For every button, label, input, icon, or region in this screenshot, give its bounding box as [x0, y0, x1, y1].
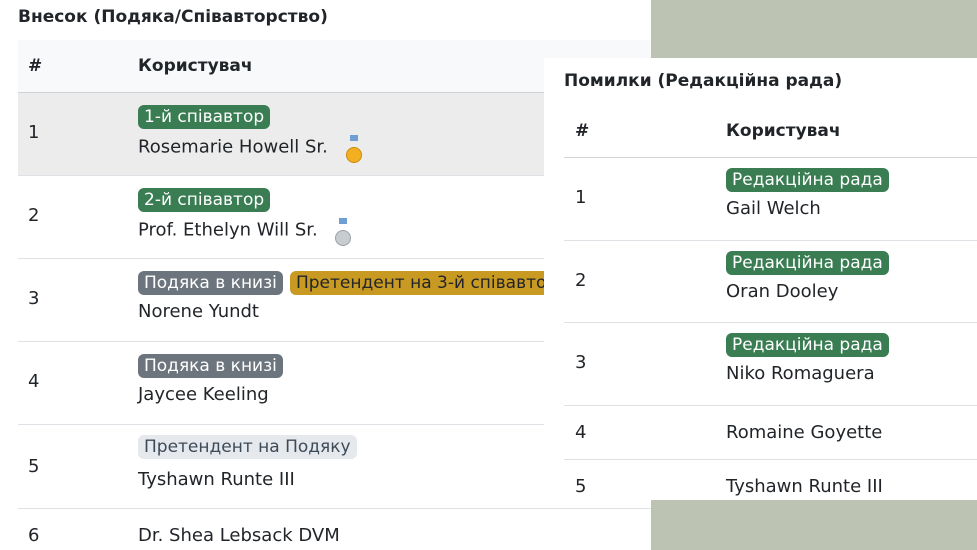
user-name[interactable]: Rosemarie Howell Sr.: [138, 137, 328, 158]
user-cell: Редакційна рада Gail Welch: [726, 168, 891, 219]
user-cell: 2-й співавтор Prof. Ethelyn Will Sr.: [138, 188, 352, 246]
user-name[interactable]: Gail Welch: [726, 198, 891, 219]
user-name[interactable]: Tyshawn Runte III: [138, 469, 359, 490]
table-row[interactable]: 3 Редакційна рада Niko Romaguera: [564, 323, 977, 406]
row-number: 1: [575, 187, 587, 208]
gold-medal-icon: [345, 135, 362, 163]
errors-panel: Помилки (Редакційна рада) # Користувач 1…: [544, 58, 977, 500]
user-name[interactable]: Niko Romaguera: [726, 363, 891, 384]
thanks-candidate-badge: Претендент на Подяку: [138, 435, 357, 459]
user-cell: Редакційна рада Oran Dooley: [726, 251, 891, 302]
user-name[interactable]: Jaycee Keeling: [138, 384, 285, 405]
row-number: 5: [28, 456, 40, 477]
row-number: 4: [28, 371, 40, 392]
header-number: #: [28, 56, 43, 76]
user-name[interactable]: Romaine Goyette: [726, 422, 882, 443]
row-number: 2: [28, 205, 40, 226]
editorial-board-badge: Редакційна рада: [726, 251, 889, 275]
user-name[interactable]: Tyshawn Runte III: [726, 476, 883, 497]
coauthor-badge: 2-й співавтор: [138, 188, 271, 212]
row-number: 1: [28, 122, 40, 143]
row-number: 6: [28, 525, 40, 546]
panel-title: Помилки (Редакційна рада): [564, 71, 843, 91]
row-number: 5: [575, 476, 587, 497]
user-cell: Претендент на Подяку Tyshawn Runte III: [138, 435, 359, 490]
user-name[interactable]: Norene Yundt: [138, 301, 565, 322]
row-number: 4: [575, 422, 587, 443]
silver-medal-icon: [335, 218, 352, 246]
header-user: Користувач: [138, 56, 253, 76]
header-number: #: [575, 121, 590, 141]
table-row[interactable]: 5 Tyshawn Runte III: [564, 460, 977, 500]
table-row[interactable]: 1 Редакційна рада Gail Welch: [564, 158, 977, 241]
user-cell: Romaine Goyette: [726, 422, 882, 443]
user-cell: Tyshawn Runte III: [726, 476, 883, 497]
header-user: Користувач: [726, 121, 841, 141]
table-row[interactable]: 4 Romaine Goyette: [564, 406, 977, 460]
table-header: # Користувач: [564, 105, 977, 158]
user-cell: Редакційна рада Niko Romaguera: [726, 333, 891, 384]
editorial-board-badge: Редакційна рада: [726, 333, 889, 357]
coauthor-badge: 1-й співавтор: [138, 105, 271, 129]
row-number: 3: [28, 288, 40, 309]
row-number: 3: [575, 352, 587, 373]
editorial-board-badge: Редакційна рада: [726, 168, 889, 192]
user-name[interactable]: Oran Dooley: [726, 281, 891, 302]
panel-title: Внесок (Подяка/Співавторство): [18, 7, 328, 27]
table-row[interactable]: 6 Dr. Shea Lebsack DVM: [18, 509, 651, 550]
user-name[interactable]: Prof. Ethelyn Will Sr.: [138, 220, 318, 241]
candidate-coauthor-badge: Претендент на 3-й співавтор: [289, 271, 564, 295]
user-cell: Подяка в книзі Претендент на 3-й співавт…: [138, 271, 565, 322]
book-thanks-badge: Подяка в книзі: [138, 354, 283, 378]
table-row[interactable]: 2 Редакційна рада Oran Dooley: [564, 241, 977, 323]
user-name[interactable]: Dr. Shea Lebsack DVM: [138, 525, 340, 546]
user-cell: Подяка в книзі Jaycee Keeling: [138, 354, 285, 405]
book-thanks-badge: Подяка в книзі: [138, 271, 283, 295]
user-cell: Dr. Shea Lebsack DVM: [138, 525, 340, 546]
row-number: 2: [575, 270, 587, 291]
user-cell: 1-й співавтор Rosemarie Howell Sr.: [138, 105, 362, 163]
